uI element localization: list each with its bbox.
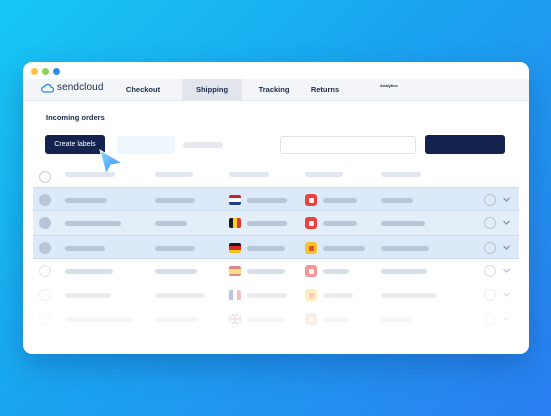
tab-analytics[interactable]: Analytics [380,83,398,88]
secondary-button-placeholder[interactable] [117,136,175,154]
chevron-down-icon[interactable] [502,218,511,227]
row-bar [323,293,353,298]
column-header [305,172,343,177]
row-bar [323,269,349,274]
row-bar [65,246,105,251]
row-bar [65,221,121,226]
cloud-icon [41,83,54,93]
minimize-dot[interactable] [31,68,38,75]
column-header [65,172,115,177]
row-checkbox[interactable] [39,289,51,301]
select-all-checkbox[interactable] [39,171,51,183]
row-bar [247,221,287,226]
column-header [155,172,193,177]
belgium-flag-icon [229,218,241,228]
spain-flag-icon [229,266,241,276]
row-checkbox[interactable] [39,242,51,254]
carrier-icon [305,242,317,254]
row-bar [155,221,187,226]
row-bar [381,293,437,298]
tab-returns[interactable]: Returns [301,79,349,101]
row-bar [381,221,425,226]
united-kingdom-flag-icon [229,314,241,324]
france-flag-icon [229,290,241,300]
table-row[interactable] [33,187,519,211]
carrier-icon [305,265,317,277]
table-row[interactable] [33,283,519,307]
row-bar [155,198,195,203]
table-row[interactable] [33,211,519,235]
table-row[interactable] [33,235,519,259]
chevron-down-icon[interactable] [502,314,511,323]
carrier-icon [305,313,317,325]
row-bar [65,269,113,274]
row-action-circle[interactable] [484,217,496,229]
logo-text: sendcloud [57,82,104,93]
row-checkbox[interactable] [39,313,51,325]
chevron-down-icon[interactable] [502,266,511,275]
carrier-icon [305,289,317,301]
search-input[interactable] [280,136,416,154]
row-action-circle[interactable] [484,242,496,254]
row-bar [323,221,357,226]
row-bar [247,269,285,274]
row-bar [247,246,285,251]
row-action-circle[interactable] [484,194,496,206]
app-window: sendcloud Checkout Shipping Tracking Ret… [23,62,529,354]
carrier-icon [305,217,317,229]
row-checkbox[interactable] [39,265,51,277]
germany-flag-icon [229,243,241,253]
row-bar [155,246,195,251]
row-bar [381,317,411,322]
row-bar [247,317,285,322]
netherlands-flag-icon [229,195,241,205]
row-bar [323,198,357,203]
row-bar [247,293,287,298]
top-navigation: sendcloud Checkout Shipping Tracking Ret… [23,79,529,101]
carrier-icon [305,194,317,206]
row-bar [323,317,349,322]
primary-action-button[interactable] [425,135,505,154]
row-bar [247,198,287,203]
filter-placeholder [183,142,223,148]
row-action-circle[interactable] [484,289,496,301]
row-bar [65,293,111,298]
row-bar [65,317,133,322]
tab-checkout[interactable]: Checkout [115,79,171,101]
row-bar [65,198,107,203]
chevron-down-icon[interactable] [502,195,511,204]
column-header [229,172,269,177]
row-checkbox[interactable] [39,217,51,229]
window-titlebar [23,62,529,79]
row-bar [381,269,427,274]
column-header [381,172,421,177]
maximize-dot[interactable] [42,68,49,75]
row-action-circle[interactable] [484,313,496,325]
row-bar [323,246,365,251]
row-bar [155,317,199,322]
tab-shipping[interactable]: Shipping [182,79,242,101]
close-dot[interactable] [53,68,60,75]
sendcloud-logo[interactable]: sendcloud [41,82,104,93]
table-row[interactable] [33,259,519,283]
tab-tracking[interactable]: Tracking [249,79,299,101]
page-title: Incoming orders [46,113,105,122]
table-header [33,165,519,183]
row-bar [381,246,429,251]
create-labels-button[interactable]: Create labels [45,135,105,154]
row-bar [381,198,413,203]
row-bar [155,269,197,274]
row-checkbox[interactable] [39,194,51,206]
table-row[interactable] [33,307,519,331]
chevron-down-icon[interactable] [502,290,511,299]
row-bar [155,293,205,298]
row-action-circle[interactable] [484,265,496,277]
chevron-down-icon[interactable] [502,243,511,252]
